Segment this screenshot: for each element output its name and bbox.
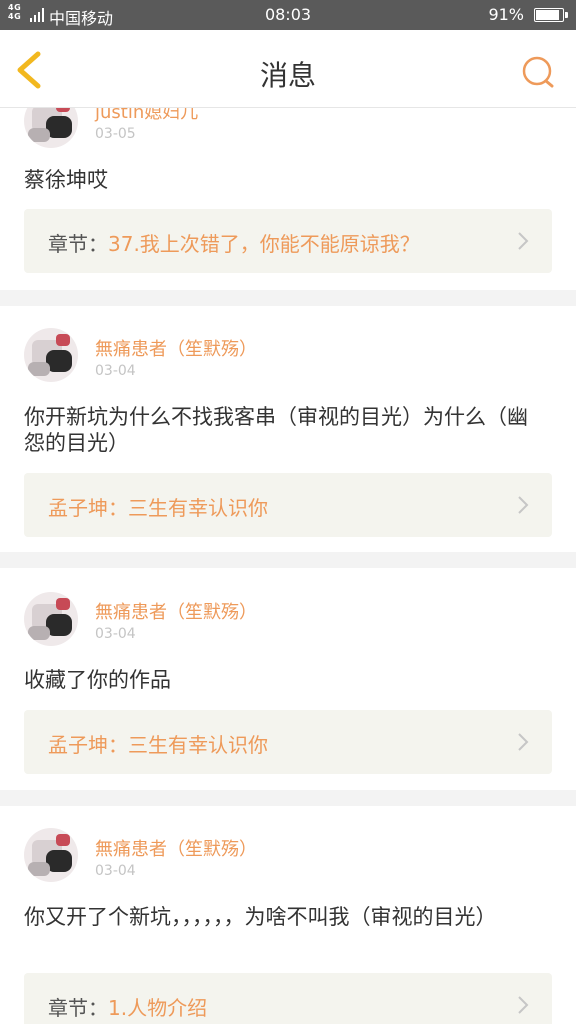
reference-value: 孟子坤：三生有幸认识你: [48, 733, 268, 757]
reference-value: 1.人物介绍: [108, 996, 208, 1020]
message-date: 03-05: [95, 126, 136, 142]
username[interactable]: 無痛患者（笙默殇）: [95, 598, 257, 624]
separator: [0, 290, 576, 306]
battery-percent: 91%: [488, 5, 524, 24]
status-bar: 4G 4G 中国移动 08:03 91%: [0, 0, 576, 30]
reference-text: 孟子坤：三生有幸认识你: [48, 492, 268, 521]
message-item: 無痛患者（笙默殇） 03-04 你又开了个新坑，，，，，，为啥不叫我（审视的目光…: [0, 806, 576, 1024]
message-content: 收藏了你的作品: [24, 668, 171, 692]
message-date: 03-04: [95, 863, 136, 879]
username[interactable]: 無痛患者（笙默殇）: [95, 335, 257, 361]
chevron-right-icon: [518, 232, 529, 250]
username[interactable]: 無痛患者（笙默殇）: [95, 835, 257, 861]
battery-fill: [536, 10, 559, 20]
reference-value: 孟子坤：三生有幸认识你: [48, 496, 268, 520]
reference-label: 章节：: [48, 232, 108, 256]
avatar[interactable]: [24, 328, 78, 382]
reference-card[interactable]: 孟子坤：三生有幸认识你: [24, 473, 552, 537]
reference-card[interactable]: 章节：1.人物介绍: [24, 973, 552, 1024]
page-title: 消息: [259, 59, 316, 92]
avatar[interactable]: [24, 592, 78, 646]
battery-icon: [534, 8, 568, 22]
reference-card[interactable]: 章节：37.我上次错了，你能不能原谅我？: [24, 209, 552, 273]
message-feed[interactable]: justin媳妇儿 03-05 蔡徐坤哎 章节：37.我上次错了，你能不能原谅我…: [0, 0, 576, 1024]
message-content: 蔡徐坤哎: [24, 168, 108, 192]
message-content: 你开新坑为什么不找我客串（审视的目光）为什么（幽怨的目光）: [24, 405, 528, 455]
chevron-right-icon: [518, 996, 529, 1014]
reference-value: 37.我上次错了，你能不能原谅我？: [108, 232, 420, 256]
search-icon[interactable]: [518, 52, 558, 92]
chevron-right-icon: [518, 496, 529, 514]
separator: [0, 790, 576, 806]
reference-text: 章节：1.人物介绍: [48, 992, 207, 1021]
reference-card[interactable]: 孟子坤：三生有幸认识你: [24, 710, 552, 774]
separator: [0, 552, 576, 568]
message-item: 無痛患者（笙默殇） 03-04 收藏了你的作品 孟子坤：三生有幸认识你: [0, 568, 576, 790]
message-item: justin媳妇儿 03-05 蔡徐坤哎 章节：37.我上次错了，你能不能原谅我…: [0, 90, 576, 290]
reference-label: 章节：: [48, 996, 108, 1020]
message-date: 03-04: [95, 626, 136, 642]
message-item: 無痛患者（笙默殇） 03-04 你开新坑为什么不找我客串（审视的目光）为什么（幽…: [0, 306, 576, 552]
message-date: 03-04: [95, 363, 136, 379]
message-content: 你又开了个新坑，，，，，，为啥不叫我（审视的目光）: [24, 905, 497, 929]
chevron-right-icon: [518, 733, 529, 751]
reference-text: 孟子坤：三生有幸认识你: [48, 729, 268, 758]
reference-text: 章节：37.我上次错了，你能不能原谅我？: [48, 228, 420, 257]
nav-bar: 消息: [0, 30, 576, 108]
avatar[interactable]: [24, 828, 78, 882]
